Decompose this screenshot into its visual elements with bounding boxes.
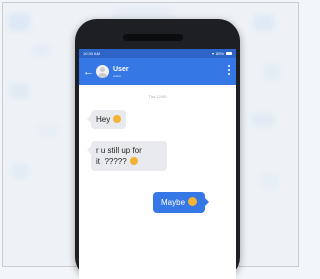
more-options-icon[interactable] <box>228 65 230 75</box>
contact-presence: online <box>113 73 122 78</box>
grinning-emoji-icon <box>129 157 138 165</box>
status-bar: 10:30 AM ▾ 85% <box>79 49 236 58</box>
message-text: Maybe <box>161 198 186 207</box>
wifi-icon: ▾ <box>211 51 214 56</box>
chat-timestamp: Thu 12:00 <box>148 94 167 99</box>
battery-level: 85% <box>215 51 224 56</box>
background-blur <box>37 123 59 137</box>
battery-icon <box>226 52 232 55</box>
incoming-message: Hey <box>86 110 127 129</box>
message-text: it ????? <box>96 157 127 166</box>
incoming-message: r u still up for it ????? <box>87 141 167 171</box>
background-blur <box>261 173 279 189</box>
background-blur <box>251 113 275 127</box>
message-text: r u still up for <box>96 146 142 155</box>
background-blur <box>8 13 30 31</box>
contact-info[interactable]: User online <box>113 66 129 78</box>
status-indicators: ▾ 85% <box>212 51 232 56</box>
background-blur <box>263 63 281 81</box>
phone-speaker <box>123 34 183 41</box>
background-blur <box>33 43 51 57</box>
contact-name: User <box>113 65 129 73</box>
thinking-emoji-icon <box>188 197 198 206</box>
outgoing-message: Maybe <box>153 192 210 213</box>
grinning-emoji-icon <box>113 115 122 123</box>
back-arrow-icon[interactable]: ← <box>83 66 95 78</box>
phone-screen: 10:30 AM ▾ 85% ← User online Thu 12:00 H… <box>79 49 236 279</box>
chat-header: ← User online <box>79 58 236 85</box>
status-time: 10:30 AM <box>83 51 100 56</box>
read-receipt-icon: ✓ <box>100 118 105 124</box>
background-blur <box>9 83 29 99</box>
message-list[interactable]: Thu 12:00 Hey ✓ r u still up for it ????… <box>79 85 236 279</box>
background-blur <box>113 7 173 17</box>
background-blur <box>253 15 275 31</box>
avatar[interactable] <box>96 65 109 78</box>
background-blur <box>11 163 29 179</box>
